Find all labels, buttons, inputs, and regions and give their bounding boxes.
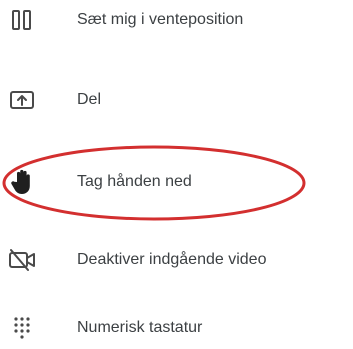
hand-icon xyxy=(8,154,36,210)
menu-item-label: Deaktiver indgående video xyxy=(77,251,267,268)
menu-item-dialpad[interactable]: Numerisk tastatur xyxy=(0,300,353,349)
dialpad-icon xyxy=(8,300,36,349)
menu-item-label: Sæt mig i venteposition xyxy=(77,11,244,28)
menu-item-label: Numerisk tastatur xyxy=(77,319,203,336)
menu-item-share[interactable]: Del xyxy=(0,72,353,128)
menu-item-disable-incoming-video[interactable]: Deaktiver indgående video xyxy=(0,232,353,288)
menu-item-hold[interactable]: Sæt mig i venteposition xyxy=(0,0,353,48)
menu-item-label: Tag hånden ned xyxy=(77,173,192,190)
video-off-icon xyxy=(8,232,36,288)
pause-icon xyxy=(8,0,36,48)
call-options-menu: Sæt mig i venteposition Del Tag hånden n… xyxy=(0,0,353,349)
menu-item-lower-hand[interactable]: Tag hånden ned xyxy=(0,154,353,210)
share-screen-icon xyxy=(8,72,36,128)
menu-item-label: Del xyxy=(77,91,102,108)
